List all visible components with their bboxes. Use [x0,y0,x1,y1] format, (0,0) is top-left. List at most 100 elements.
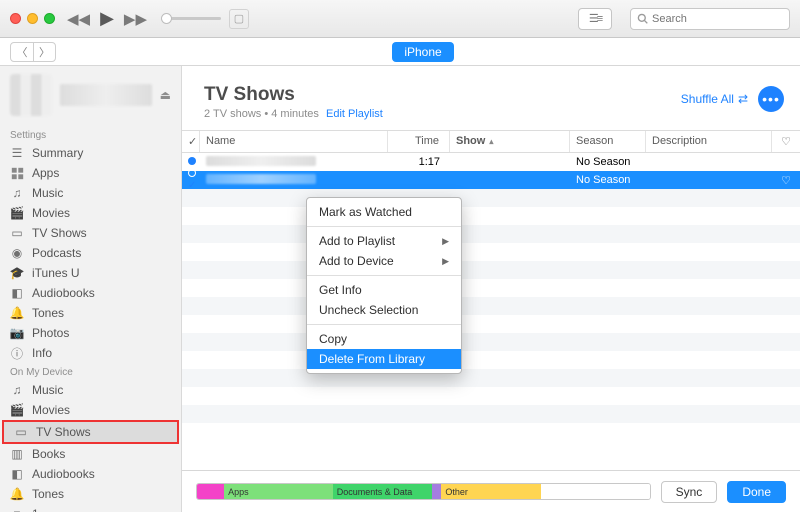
sidebar-item-label: Info [32,346,52,360]
done-button[interactable]: Done [727,481,786,503]
sidebar-item-label: Tones [32,306,64,320]
sync-button[interactable]: Sync [661,481,718,503]
movies-icon: 🎬 [10,206,24,220]
subtitle-count: 2 TV shows • 4 minutes [204,108,319,120]
menu-mark-watched[interactable]: Mark as Watched [307,202,461,222]
ondevice-music[interactable]: ♫Music [0,380,181,400]
menu-add-playlist[interactable]: Add to Playlist▶ [307,231,461,251]
minimize-window-button[interactable] [27,13,38,24]
zoom-window-button[interactable] [44,13,55,24]
sidebar-item-music[interactable]: ♫Music [0,183,181,203]
ondevice-movies[interactable]: 🎬Movies [0,400,181,420]
shuffle-icon: ⇄ [738,92,748,106]
table-body: 1:17 No Season ✓ No Season ♡ [182,153,800,470]
shuffle-label: Shuffle All [681,92,734,106]
col-love[interactable]: ♡ [772,131,800,152]
itunesu-icon: 🎓 [10,266,24,280]
col-name[interactable]: Name [200,131,388,152]
airplay-button[interactable]: ▢ [229,9,249,29]
device-selector-pill[interactable]: iPhone [392,42,453,62]
next-track-button[interactable]: ▶▶ [124,10,147,28]
close-window-button[interactable] [10,13,21,24]
back-button[interactable]: 〈 [11,43,33,61]
podcasts-icon: ◉ [10,246,24,260]
col-time[interactable]: Time [388,131,450,152]
device-header[interactable]: ⏏ [0,66,181,126]
menu-delete-from-library[interactable]: Delete From Library [307,349,461,369]
settings-section-label: Settings [0,126,181,143]
sidebar-item-podcasts[interactable]: ◉Podcasts [0,243,181,263]
sidebar-item-label: Audiobooks [32,467,95,481]
device-name-redacted [60,84,152,106]
sidebar-item-label: Music [32,383,63,397]
ondevice-audiobooks[interactable]: ◧Audiobooks [0,464,181,484]
previous-track-button[interactable]: ◀◀ [67,10,90,28]
sidebar-item-tvshows[interactable]: ▭ TV Shows [0,223,181,243]
sidebar-item-label: Audiobooks [32,286,95,300]
storage-bar: Apps Documents & Data Other [196,483,651,500]
edit-playlist-link[interactable]: Edit Playlist [326,108,383,120]
shuffle-all-button[interactable]: Shuffle All ⇄ [681,92,748,106]
sidebar-item-itunesu[interactable]: 🎓 iTunes U [0,263,181,283]
view-list-button[interactable]: ☰≡ [578,8,612,30]
submenu-arrow-icon: ▶ [442,256,449,267]
eject-icon[interactable]: ⏏ [160,88,171,102]
sidebar-item-audiobooks[interactable]: ◧Audiobooks [0,283,181,303]
menu-get-info[interactable]: Get Info [307,280,461,300]
sidebar-item-info[interactable]: ⓘ Info [0,343,181,363]
context-menu: Mark as Watched Add to Playlist▶ Add to … [306,197,462,374]
col-show[interactable]: Show▴ [450,131,570,152]
forward-button[interactable]: 〉 [33,43,55,61]
ondevice-tones[interactable]: 🔔Tones [0,484,181,504]
volume-slider[interactable] [161,17,221,20]
col-season[interactable]: Season [570,131,646,152]
footer-bar: Apps Documents & Data Other Sync Done [182,470,800,512]
redacted-title [206,174,316,184]
ondevice-books[interactable]: ▥ Books [0,444,181,464]
sidebar-item-label: 1 [32,507,39,512]
storage-seg [432,484,441,499]
highlight-annotation: ▭TV Shows [2,420,179,444]
info-icon: ⓘ [10,346,24,360]
movies-icon: 🎬 [10,403,24,417]
table-row[interactable]: 1:17 No Season [182,153,800,171]
sort-asc-icon: ▴ [489,137,493,146]
menu-copy[interactable]: Copy [307,329,461,349]
storage-seg-apps: Apps [224,484,333,499]
sidebar-item-label: TV Shows [32,226,87,240]
sidebar-item-label: Photos [32,326,69,340]
sidebar-item-tones[interactable]: 🔔Tones [0,303,181,323]
storage-seg-other: Other [441,484,541,499]
col-check[interactable]: ✓ [182,131,200,152]
sidebar-item-apps[interactable]: Apps [0,163,181,183]
tv-icon: ▭ [10,226,24,240]
sidebar-item-summary[interactable]: ☰Summary [0,143,181,163]
storage-seg-free [541,484,650,499]
sidebar-item-label: Books [32,447,65,461]
submenu-arrow-icon: ▶ [442,236,449,247]
on-device-section-label: On My Device [0,363,181,380]
cell-season: No Season [570,156,646,168]
love-icon[interactable]: ♡ [772,174,800,187]
sidebar-item-label: Summary [32,146,83,160]
col-description[interactable]: Description [646,131,772,152]
sidebar-item-photos[interactable]: 📷Photos [0,323,181,343]
ondevice-tvshows[interactable]: ▭TV Shows [4,422,177,442]
sidebar: ⏏ Settings ☰Summary Apps ♫Music 🎬Movies … [0,66,182,512]
cell-time: 1:17 [388,156,450,168]
search-input[interactable] [652,13,794,25]
apps-icon [10,166,24,180]
sidebar-item-movies[interactable]: 🎬Movies [0,203,181,223]
books-icon: ▥ [10,447,24,461]
menu-uncheck[interactable]: Uncheck Selection [307,300,461,320]
play-button[interactable]: ▶ [100,8,114,29]
search-field[interactable] [630,8,790,30]
more-actions-button[interactable]: ••• [758,86,784,112]
ondevice-playlist-1[interactable]: ≡1 [0,504,181,512]
content-area: TV Shows 2 TV shows • 4 minutes Edit Pla… [182,66,800,512]
menu-add-device[interactable]: Add to Device▶ [307,251,461,271]
content-header: TV Shows 2 TV shows • 4 minutes Edit Pla… [182,66,800,130]
sidebar-item-label: iTunes U [32,266,80,280]
menu-separator [307,324,461,325]
table-row-selected[interactable]: ✓ No Season ♡ [182,171,800,189]
